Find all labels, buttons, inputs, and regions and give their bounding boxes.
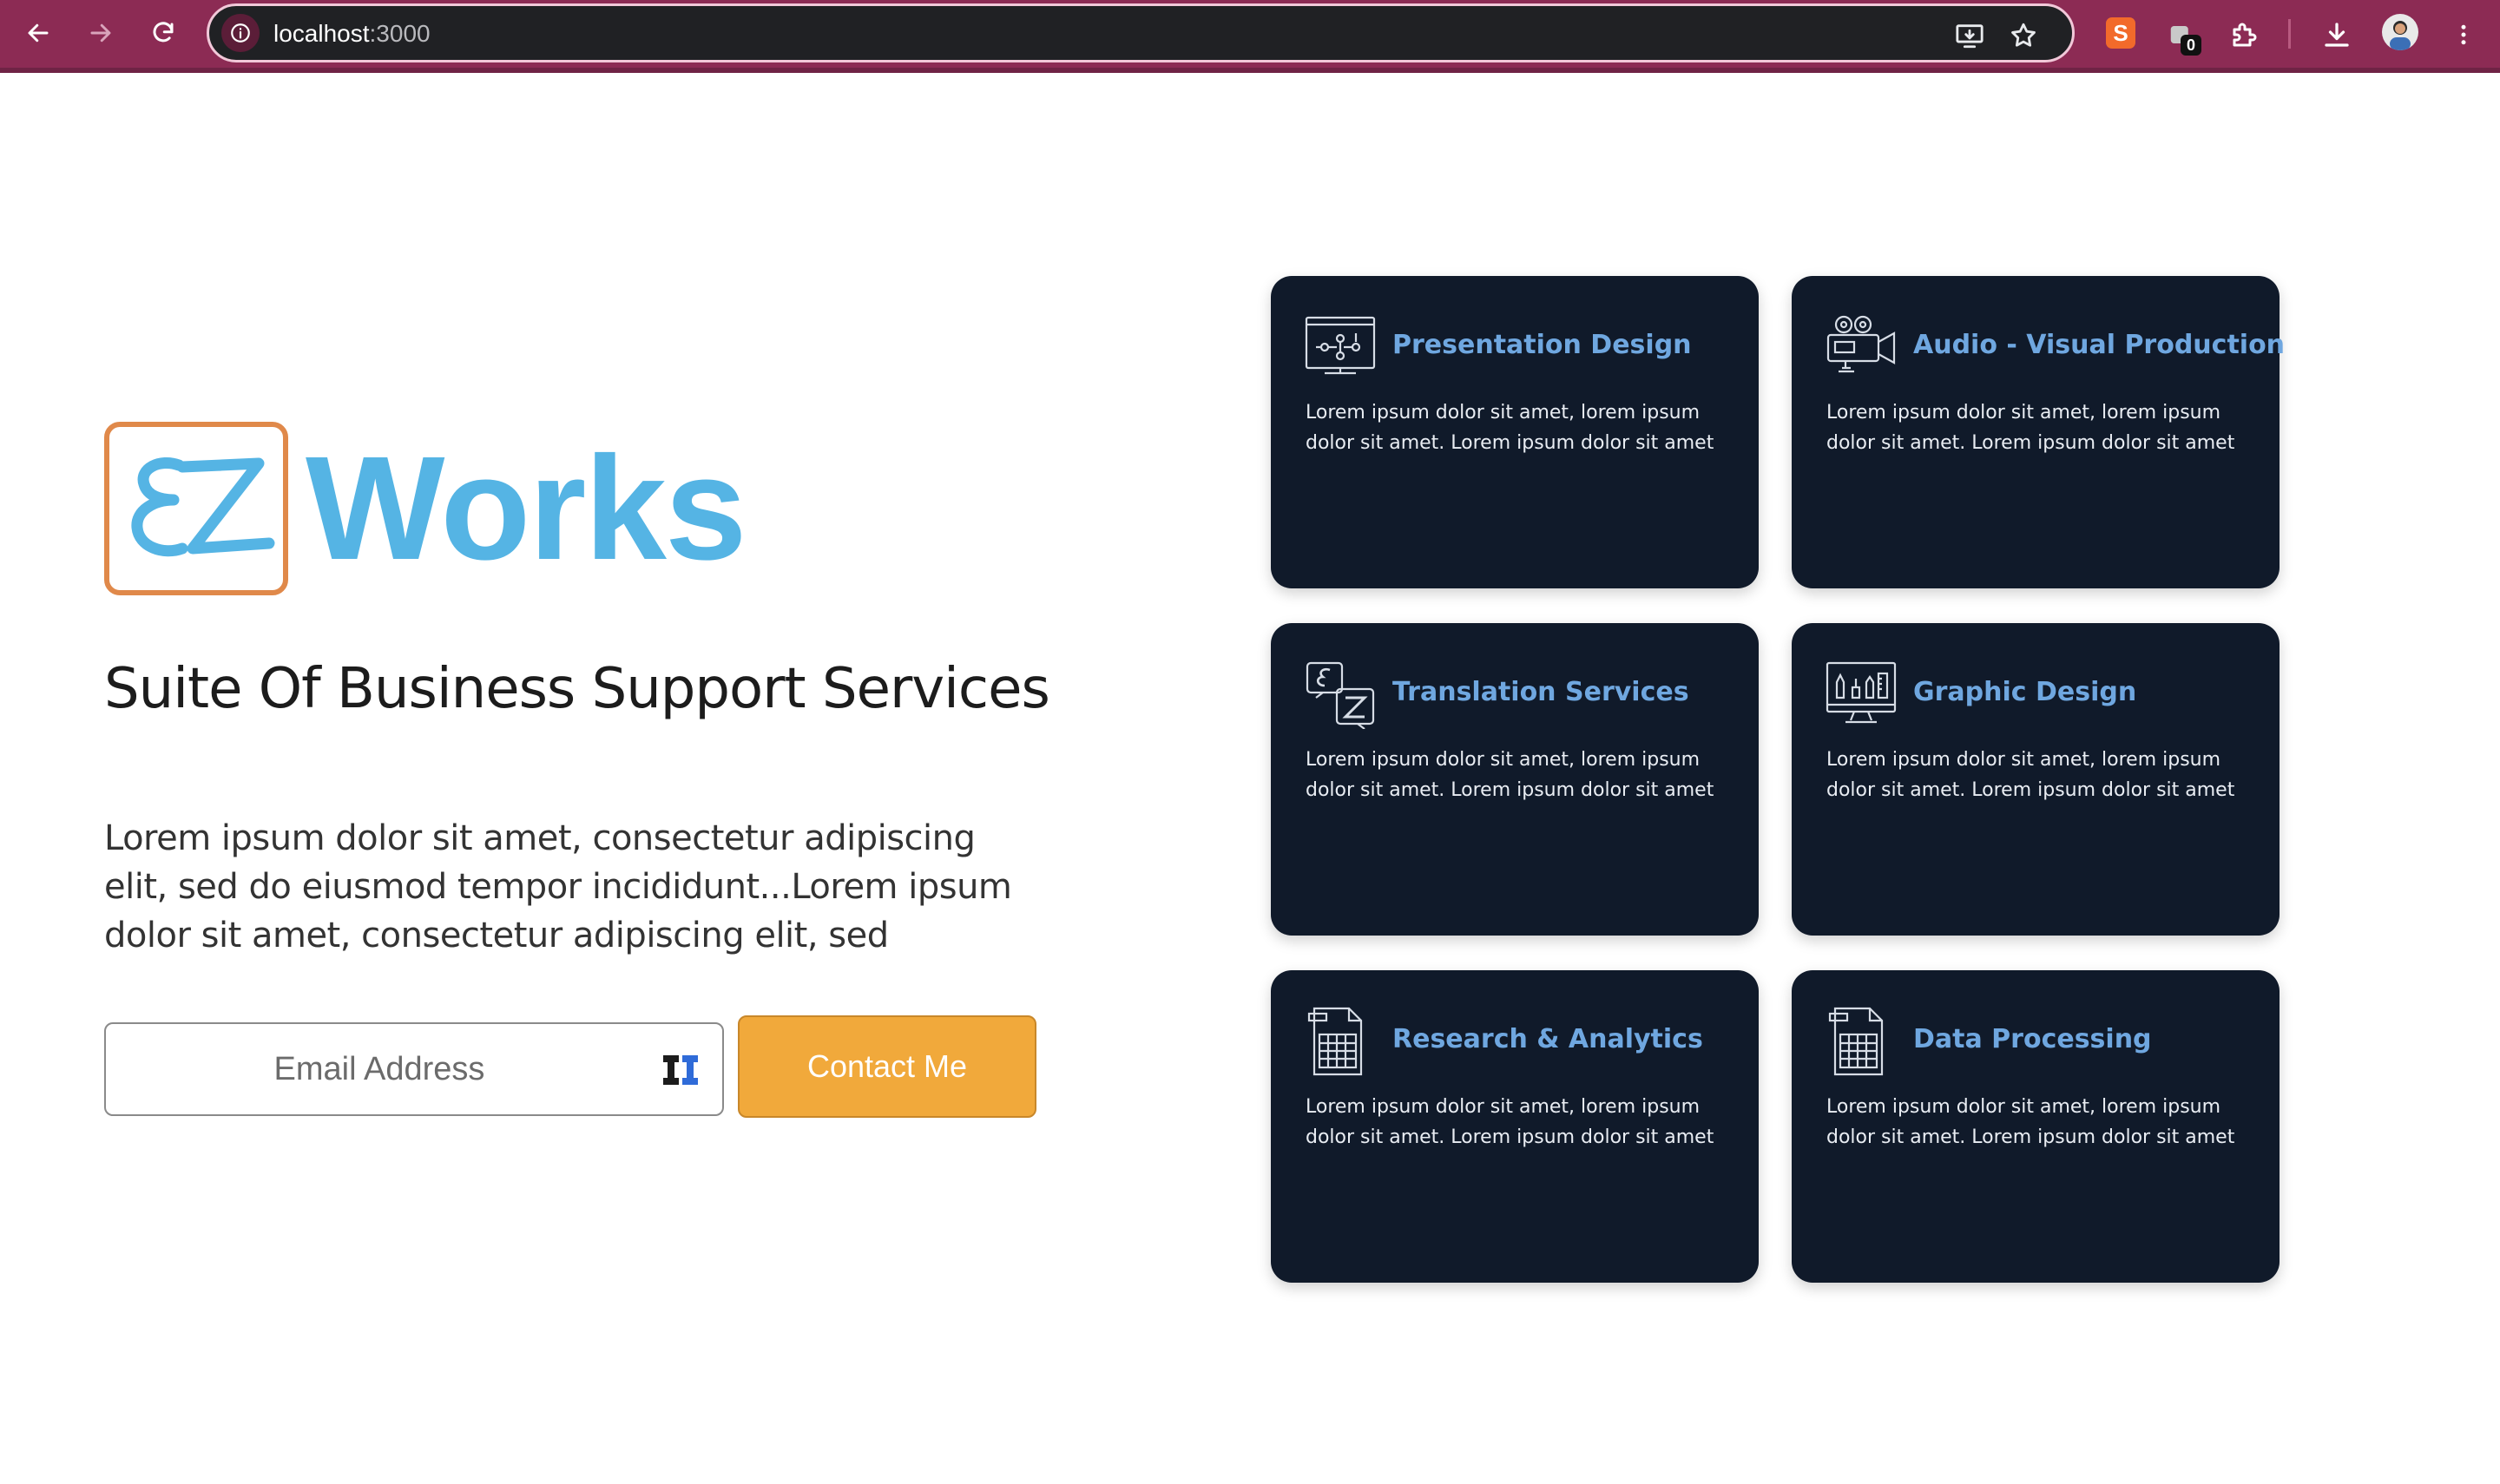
data-table-document-icon <box>1828 1007 1884 1076</box>
password-manager-icon[interactable] <box>663 1055 698 1085</box>
spreadsheet-document-icon <box>1307 1007 1363 1076</box>
profile-avatar[interactable] <box>2382 14 2418 50</box>
star-icon <box>2011 23 2036 47</box>
extensions-button[interactable] <box>2226 16 2264 54</box>
service-card-presentation[interactable]: Presentation Design Lorem ipsum dolor si… <box>1271 276 1759 588</box>
service-title: Graphic Design <box>1913 677 2137 707</box>
install-app-icon <box>1956 24 1984 49</box>
back-button[interactable] <box>17 12 59 54</box>
arrow-right-icon <box>90 23 111 43</box>
reload-icon <box>153 22 174 43</box>
install-app-button[interactable] <box>1952 18 1987 53</box>
extension-s-icon: S <box>2113 19 2128 46</box>
url-host: localhost <box>273 20 370 47</box>
service-description: Lorem ipsum dolor sit amet, lorem ipsum … <box>1826 1096 2235 1148</box>
video-camera-icon <box>1826 315 1896 373</box>
menu-button[interactable] <box>2444 16 2483 54</box>
service-card-audio-visual[interactable]: Audio - Visual Production Lorem ipsum do… <box>1792 276 2285 588</box>
page-headline: Suite Of Business Support Services <box>104 657 1050 721</box>
service-card-translation[interactable]: Translation Services Lorem ipsum dolor s… <box>1271 623 1759 936</box>
service-card-data-processing[interactable]: Data Processing Lorem ipsum dolor sit am… <box>1792 970 2280 1283</box>
logo-wordmark: Works <box>306 426 747 591</box>
site-info-button[interactable] <box>221 14 260 52</box>
email-input[interactable] <box>104 1022 724 1116</box>
download-icon <box>2325 23 2349 47</box>
toolbar-separator <box>2288 19 2291 49</box>
service-title: Translation Services <box>1392 677 1689 707</box>
contact-me-button[interactable]: Contact Me <box>738 1015 1036 1118</box>
ezworks-logo: Works <box>104 422 747 599</box>
service-title: Research & Analytics <box>1392 1024 1703 1054</box>
puzzle-icon <box>2233 23 2257 47</box>
translation-icon <box>1306 661 1375 729</box>
service-description: Lorem ipsum dolor sit amet, lorem ipsum … <box>1826 402 2235 454</box>
url-text: localhost:3000 <box>273 16 431 51</box>
service-card-research-analytics[interactable]: Research & Analytics Lorem ipsum dolor s… <box>1271 970 1759 1283</box>
service-description: Lorem ipsum dolor sit amet, lorem ipsum … <box>1306 402 1714 454</box>
kebab-menu-icon <box>2461 24 2466 45</box>
avatar-icon <box>2390 21 2411 50</box>
logo-mark <box>104 422 288 595</box>
extension-s-button[interactable]: S <box>2106 17 2135 49</box>
info-icon <box>231 23 250 43</box>
design-tools-icon <box>1826 661 1897 724</box>
forward-button[interactable] <box>80 12 122 54</box>
toolbar-divider <box>0 68 2500 73</box>
bookmark-button[interactable] <box>2006 18 2041 53</box>
downloads-button[interactable] <box>2318 16 2356 54</box>
service-title: Data Processing <box>1913 1024 2152 1054</box>
browser-toolbar: localhost:3000 S 0 <box>0 0 2500 73</box>
service-description: Lorem ipsum dolor sit amet, lorem ipsum … <box>1306 1096 1714 1148</box>
address-bar[interactable]: localhost:3000 <box>207 3 2075 62</box>
presentation-board-icon <box>1305 316 1376 375</box>
service-description: Lorem ipsum dolor sit amet, lorem ipsum … <box>1306 749 1714 801</box>
service-title: Presentation Design <box>1392 330 1692 360</box>
service-card-graphic-design[interactable]: Graphic Design Lorem ipsum dolor sit ame… <box>1792 623 2280 936</box>
arrow-left-icon <box>28 23 49 43</box>
reload-button[interactable] <box>142 12 184 54</box>
ez-monogram-icon <box>131 456 275 557</box>
url-port: :3000 <box>369 20 431 47</box>
service-description: Lorem ipsum dolor sit amet, lorem ipsum … <box>1826 749 2235 801</box>
extension-badge: 0 <box>2181 35 2201 56</box>
hero-description: Lorem ipsum dolor sit amet, consectetur … <box>104 818 1012 955</box>
service-title: Audio - Visual Production <box>1913 330 2286 360</box>
